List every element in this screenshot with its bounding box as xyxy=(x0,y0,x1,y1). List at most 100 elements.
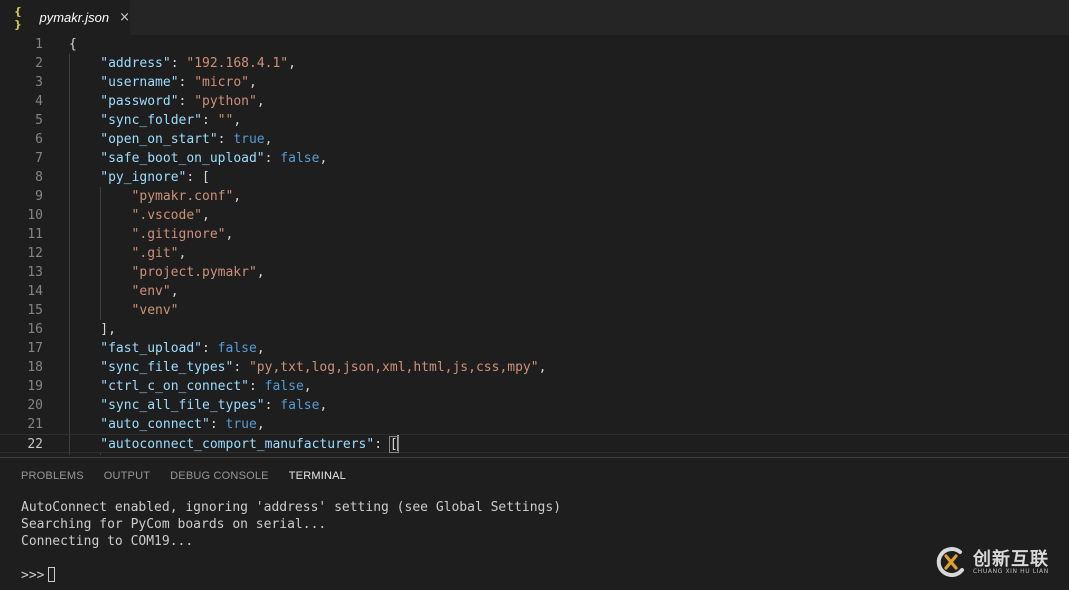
indent-guide xyxy=(69,415,70,434)
code-line[interactable]: 11 ".gitignore", xyxy=(0,225,1069,244)
json-string: "venv" xyxy=(131,303,179,318)
line-code: "safe_boot_on_upload": false, xyxy=(100,149,327,168)
indent-guide xyxy=(69,396,70,415)
indent-guide xyxy=(69,92,70,111)
json-key: "sync_folder" xyxy=(100,113,203,128)
code-line[interactable]: 4 "password": "python", xyxy=(0,92,1069,111)
json-punctuation: , xyxy=(319,398,328,413)
terminal-prompt-line[interactable]: >>> xyxy=(21,567,56,584)
indent-guide xyxy=(69,377,70,396)
json-punctuation: : xyxy=(217,132,234,147)
close-icon[interactable]: × xyxy=(119,10,130,25)
indent-guide xyxy=(69,301,70,320)
code-line[interactable]: 9 "pymakr.conf", xyxy=(0,187,1069,206)
line-code: "env", xyxy=(132,282,179,301)
json-punctuation: , xyxy=(202,208,210,223)
code-line[interactable]: 12 ".git", xyxy=(0,244,1069,263)
logo-icon xyxy=(936,547,964,578)
line-number: 2 xyxy=(35,56,43,71)
line-code: "password": "python", xyxy=(100,92,264,111)
json-key: "address" xyxy=(100,56,171,71)
line-code: "project.pymakr", xyxy=(132,263,265,282)
code-line[interactable]: 19 "ctrl_c_on_connect": false, xyxy=(0,377,1069,396)
line-number: 1 xyxy=(35,37,43,52)
line-number: 22 xyxy=(27,437,43,452)
line-number: 12 xyxy=(27,246,43,261)
json-punctuation: : xyxy=(202,341,218,356)
code-line[interactable]: 14 "env", xyxy=(0,282,1069,301)
indent-guide xyxy=(69,244,70,263)
indent-guide xyxy=(69,282,70,301)
json-punctuation: : xyxy=(264,398,281,413)
code-line[interactable]: 18 "sync_file_types": "py,txt,log,json,xm… xyxy=(0,358,1069,377)
json-punctuation: , xyxy=(538,360,547,375)
line-code: ".git", xyxy=(132,244,187,263)
tab-terminal[interactable]: TERMINAL xyxy=(289,458,346,494)
code-editor[interactable]: 1{ 2 "address": "192.168.4.1", 3 "username":… xyxy=(0,35,1069,455)
json-punctuation: : xyxy=(202,113,218,128)
json-key: "sync_file_types" xyxy=(100,360,234,375)
code-line[interactable]: 7 "safe_boot_on_upload": false, xyxy=(0,149,1069,168)
code-line[interactable]: 3 "username": "micro", xyxy=(0,73,1069,92)
code-line[interactable]: 22 "autoconnect_comport_manufacturers": [ xyxy=(0,434,1069,454)
json-string: "micro" xyxy=(194,75,249,90)
code-line[interactable]: 17 "fast_upload": false, xyxy=(0,339,1069,358)
code-line[interactable]: 16], xyxy=(0,320,1069,339)
indent-guide xyxy=(69,358,70,377)
code-line[interactable]: 8 "py_ignore": [ xyxy=(0,168,1069,187)
code-line[interactable]: 13 "project.pymakr", xyxy=(0,263,1069,282)
line-number: 16 xyxy=(27,322,43,337)
json-key: "sync_all_file_types" xyxy=(100,398,265,413)
json-boolean: false xyxy=(280,398,320,413)
line-number: 10 xyxy=(27,208,43,223)
line-code: "fast_upload": false, xyxy=(100,339,264,358)
json-punctuation: : xyxy=(178,75,195,90)
indent-guide xyxy=(100,453,102,455)
line-number: 8 xyxy=(35,170,43,185)
terminal-prompt: >>> xyxy=(21,568,45,583)
terminal-output-line: Connecting to COM19... xyxy=(21,534,194,549)
json-key: "auto_connect" xyxy=(100,417,210,432)
json-string: "py,txt,log,json,xml,html,js,css,mpy" xyxy=(248,360,539,375)
code-line[interactable]: 2 "address": "192.168.4.1", xyxy=(0,54,1069,73)
line-number: 14 xyxy=(27,284,43,299)
json-punctuation: , xyxy=(170,284,179,299)
json-string: "" xyxy=(217,113,234,128)
json-string: "pymakr.conf" xyxy=(131,189,234,204)
indent-guide xyxy=(69,339,70,358)
line-code: "address": "192.168.4.1", xyxy=(100,54,296,73)
line-code: "sync_all_file_types": false, xyxy=(100,396,327,415)
tab-output[interactable]: OUTPUT xyxy=(104,458,150,494)
indent-guide xyxy=(69,225,70,244)
json-punctuation: , xyxy=(249,75,257,90)
json-punctuation: : xyxy=(233,360,249,375)
json-punctuation: , xyxy=(303,379,312,394)
code-line[interactable]: 10 ".vscode", xyxy=(0,206,1069,225)
json-boolean: true xyxy=(233,132,265,147)
code-line[interactable]: 21 "auto_connect": true, xyxy=(0,415,1069,434)
json-key: "safe_boot_on_upload" xyxy=(100,151,265,166)
indent-guide xyxy=(69,263,70,282)
tab-debug-console[interactable]: DEBUG CONSOLE xyxy=(170,458,269,494)
json-punctuation: : xyxy=(264,151,281,166)
code-line[interactable]: 6 "open_on_start": true, xyxy=(0,130,1069,149)
bottom-panel: PROBLEMS OUTPUT DEBUG CONSOLE TERMINAL Auto… xyxy=(0,457,1069,590)
indent-guide xyxy=(69,453,70,455)
json-punctuation: : xyxy=(178,94,195,109)
indent-guide xyxy=(100,206,102,225)
json-punctuation: : xyxy=(248,379,265,394)
code-line[interactable]: 20 "sync_all_file_types": false, xyxy=(0,396,1069,415)
tab-problems[interactable]: PROBLEMS xyxy=(21,458,84,494)
line-number: 17 xyxy=(27,341,43,356)
json-key: "username" xyxy=(100,75,179,90)
json-boolean: false xyxy=(217,341,257,356)
indent-guide xyxy=(69,130,70,149)
line-code: "sync_file_types": "py,txt,log,json,xml,… xyxy=(100,358,546,377)
code-line[interactable]: 1{ xyxy=(0,35,1069,54)
line-number: 20 xyxy=(27,398,43,413)
json-punctuation: , xyxy=(264,132,273,147)
code-line[interactable]: 15 "venv" xyxy=(0,301,1069,320)
code-line[interactable]: 5 "sync_folder": "", xyxy=(0,111,1069,130)
tab-pymakr-json[interactable]: { } pymakr.json × xyxy=(0,0,130,35)
json-string: "env" xyxy=(131,284,171,299)
